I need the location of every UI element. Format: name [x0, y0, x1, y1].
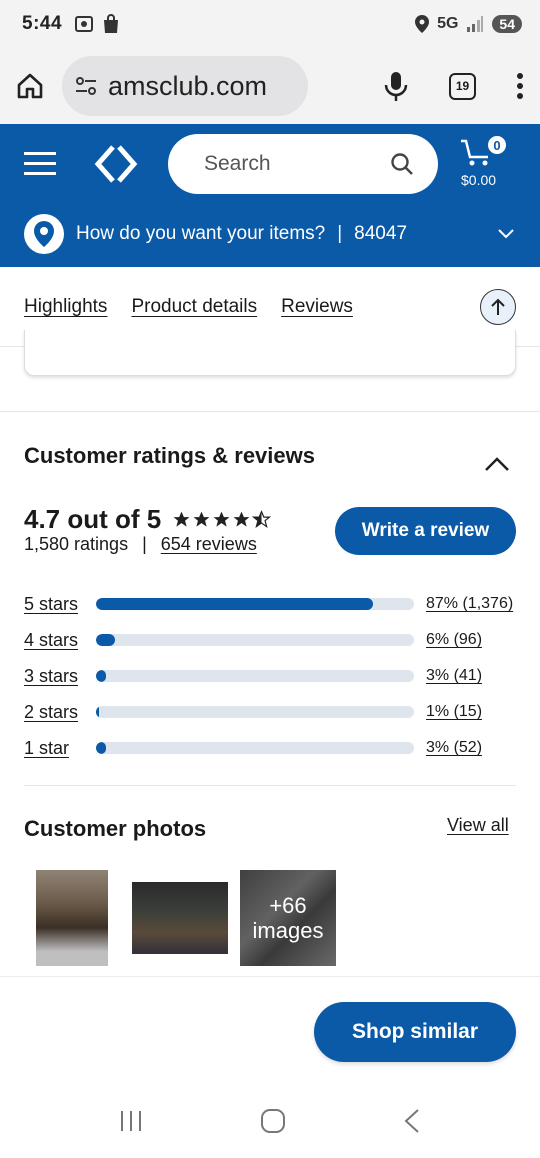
network-type: 5G [437, 15, 459, 32]
reviews-count-link[interactable]: 654 reviews [161, 534, 257, 555]
star-half-icon [252, 510, 271, 529]
rating-row-value[interactable]: 6% (96) [426, 631, 482, 649]
rating-row-label[interactable]: 2 stars [24, 702, 96, 723]
rating-row-3[interactable]: 3 stars 3% (41) [24, 665, 516, 687]
divider [0, 411, 540, 412]
view-all-photos-link[interactable]: View all [447, 815, 509, 836]
site-settings-icon[interactable] [74, 74, 98, 98]
browser-toolbar: amsclub.com 19 [0, 48, 540, 124]
rating-row-value[interactable]: 3% (52) [426, 739, 482, 757]
location-prompt: How do you want your items? [76, 223, 326, 244]
arrow-up-icon [491, 298, 505, 315]
chevron-down-icon [498, 229, 514, 239]
search-input[interactable]: Search [168, 134, 438, 194]
rating-bar-fill [96, 598, 373, 610]
rating-bar-fill [96, 742, 106, 754]
rating-row-label[interactable]: 4 stars [24, 630, 96, 651]
star-full-icon [173, 511, 190, 527]
sams-club-logo-icon[interactable] [94, 144, 138, 184]
previous-card-bottom [24, 330, 516, 376]
scroll-to-top-button[interactable] [480, 288, 516, 325]
url-text: amsclub.com [108, 70, 268, 101]
more-images-label: images [252, 918, 324, 943]
rating-bar-fill [96, 670, 106, 682]
more-images-count: +66 [269, 892, 307, 918]
rating-row-5[interactable]: 5 stars 87% (1,376) [24, 593, 516, 615]
rating-row-2[interactable]: 2 stars 1% (15) [24, 701, 516, 723]
ratings-count: 1,580 ratings [24, 534, 129, 554]
cart-count-badge: 0 [486, 134, 508, 156]
cart-button[interactable]: 0 $0.00 [458, 134, 518, 194]
menu-icon[interactable] [24, 151, 56, 177]
write-review-button[interactable]: Write a review [335, 507, 516, 555]
location-separator: | [337, 223, 343, 244]
home-nav-icon[interactable] [260, 1108, 286, 1134]
tab-highlights[interactable]: Highlights [24, 296, 107, 318]
shop-similar-button[interactable]: Shop similar [314, 1002, 516, 1062]
rating-bar-track [96, 598, 414, 610]
location-pin-icon [24, 214, 64, 254]
rating-bar-fill [96, 706, 100, 718]
star-full-icon [233, 511, 250, 527]
rating-summary: 1,580 ratings | 654 reviews [24, 534, 257, 555]
screenshot-icon [75, 16, 94, 32]
divider [24, 785, 516, 786]
rating-row-4[interactable]: 4 stars 6% (96) [24, 629, 516, 651]
status-time: 5:44 [22, 13, 63, 34]
status-bar: 5:44 5G 54 [0, 0, 540, 48]
rating-row-1[interactable]: 1 star 3% (52) [24, 737, 516, 759]
rating-bar-track [96, 742, 414, 754]
customer-photo[interactable] [36, 870, 108, 966]
tab-switcher-button[interactable]: 19 [449, 72, 476, 100]
location-status-icon [415, 15, 430, 33]
battery-indicator: 54 [492, 15, 522, 33]
star-rating [172, 510, 271, 529]
rating-row-value[interactable]: 87% (1,376) [426, 595, 513, 613]
rating-bar-track [96, 706, 414, 718]
address-bar[interactable]: amsclub.com [62, 56, 308, 116]
star-full-icon [213, 511, 230, 527]
tab-reviews[interactable]: Reviews [281, 296, 353, 318]
search-icon[interactable] [390, 152, 414, 176]
rating-bar-track [96, 670, 414, 682]
rating-row-value[interactable]: 1% (15) [426, 703, 482, 721]
rating-row-value[interactable]: 3% (41) [426, 667, 482, 685]
chevron-up-icon[interactable] [484, 456, 510, 472]
recent-apps-icon[interactable] [119, 1109, 143, 1133]
rating-row-label[interactable]: 5 stars [24, 594, 96, 615]
search-placeholder: Search [204, 152, 271, 175]
home-icon[interactable] [16, 72, 44, 100]
back-icon[interactable] [403, 1108, 421, 1134]
customer-photo[interactable] [132, 882, 228, 954]
star-full-icon [193, 511, 210, 527]
more-options-icon[interactable] [516, 72, 524, 100]
average-rating: 4.7 out of 5 [24, 504, 162, 534]
shopping-bag-icon [104, 14, 119, 33]
site-header: Search 0 $0.00 How do you want your item… [0, 124, 540, 267]
cart-total: $0.00 [461, 172, 497, 188]
system-nav-bar [0, 1084, 540, 1158]
rating-bar-track [96, 634, 414, 646]
tab-product-details[interactable]: Product details [131, 296, 257, 318]
rating-bar-fill [96, 634, 116, 646]
rating-row-label[interactable]: 3 stars [24, 666, 96, 687]
photos-section-title: Customer photos [24, 816, 207, 841]
fulfillment-selector[interactable]: How do you want your items? | 84047 [0, 212, 540, 256]
meta-separator: | [142, 534, 147, 554]
microphone-icon[interactable] [383, 70, 409, 102]
signal-icon [467, 16, 484, 32]
divider [0, 976, 540, 977]
customer-photo-more[interactable]: +66 images [240, 870, 336, 966]
ratings-section-title: Customer ratings & reviews [24, 443, 315, 468]
rating-row-label[interactable]: 1 star [24, 738, 96, 759]
zip-code: 84047 [354, 223, 408, 244]
